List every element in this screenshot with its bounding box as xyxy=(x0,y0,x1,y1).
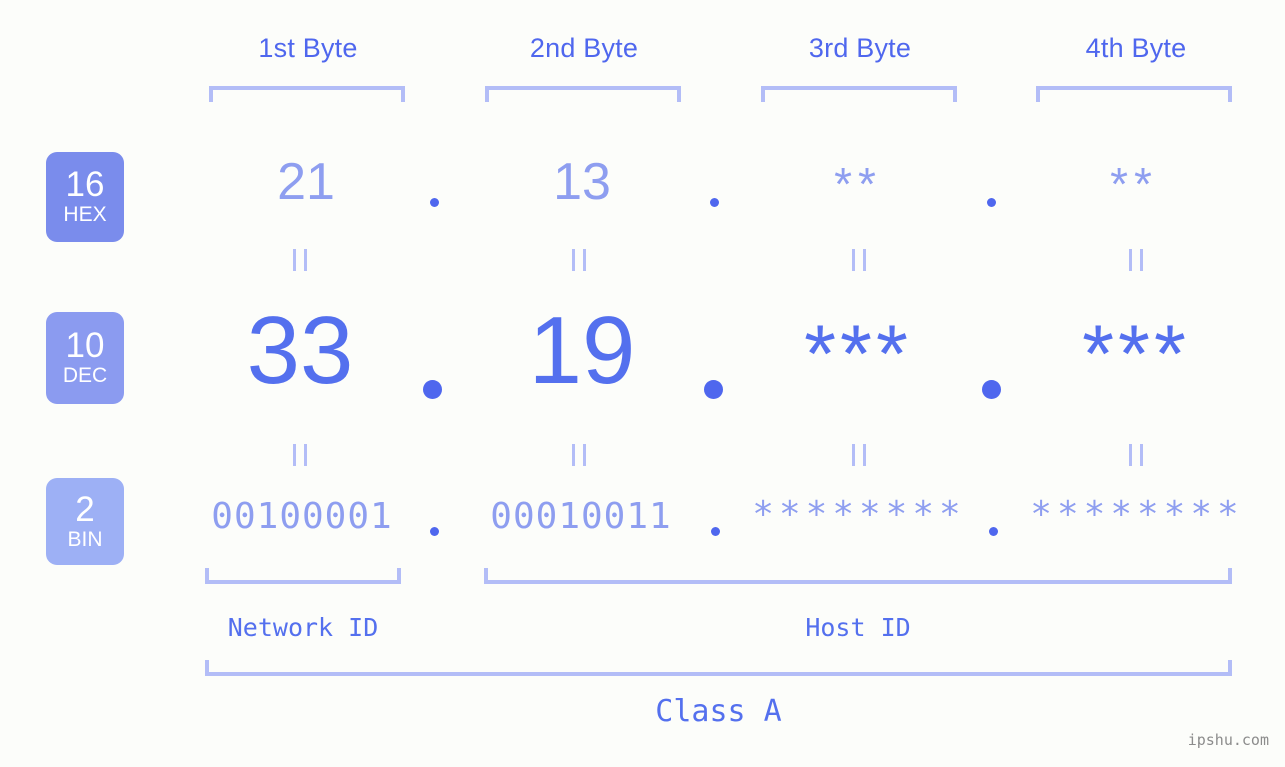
byte-bracket-1 xyxy=(209,86,405,102)
dec-byte-4: *** xyxy=(1082,309,1190,400)
base-badge-hex-number: 16 xyxy=(65,165,105,204)
hex-byte-3: ** xyxy=(834,158,882,210)
network-id-bracket xyxy=(205,568,401,584)
class-bracket xyxy=(205,660,1232,676)
hex-separator-dot-3 xyxy=(987,198,996,207)
base-badge-dec-name: DEC xyxy=(62,364,108,387)
bin-separator-dot-1 xyxy=(430,527,439,536)
base-badge-hex-name: HEX xyxy=(63,203,107,226)
base-badge-dec-number: 10 xyxy=(65,326,105,365)
byte-header-3: 3rd Byte xyxy=(808,33,912,63)
hex-byte-2: 13 xyxy=(553,153,611,211)
base-badge-bin-number: 2 xyxy=(75,489,95,529)
base-badge-bin: 2 BIN xyxy=(46,478,124,565)
watermark: ipshu.com xyxy=(1187,731,1269,749)
base-badge-bin-name: BIN xyxy=(67,527,103,551)
equivalence-mark-hex-dec-3 xyxy=(852,249,866,271)
bin-byte-1: 00100001 xyxy=(211,496,393,537)
base-badge-hex: 16 HEX xyxy=(46,152,124,242)
bin-byte-4: ******** xyxy=(1030,494,1244,535)
byte-header-2: 2nd Byte xyxy=(529,33,639,63)
dec-separator-dot-1 xyxy=(423,380,442,399)
bin-separator-dot-2 xyxy=(711,527,720,536)
hex-byte-1: 21 xyxy=(277,153,335,211)
dec-byte-2: 19 xyxy=(528,297,636,404)
host-id-bracket xyxy=(484,568,1232,584)
dec-byte-3: *** xyxy=(804,309,912,400)
network-id-label: Network ID xyxy=(227,613,379,642)
equivalence-mark-dec-bin-3 xyxy=(852,444,866,466)
equivalence-mark-dec-bin-4 xyxy=(1129,444,1143,466)
byte-header-1: 1st Byte xyxy=(258,33,358,63)
hex-separator-dot-1 xyxy=(430,198,439,207)
byte-bracket-3 xyxy=(761,86,957,102)
bin-separator-dot-3 xyxy=(989,527,998,536)
host-id-label: Host ID xyxy=(805,613,911,642)
dec-separator-dot-3 xyxy=(982,380,1001,399)
hex-separator-dot-2 xyxy=(710,198,719,207)
equivalence-mark-hex-dec-2 xyxy=(572,249,586,271)
byte-bracket-2 xyxy=(485,86,681,102)
bin-byte-2: 00010011 xyxy=(490,496,672,537)
equivalence-mark-hex-dec-4 xyxy=(1129,249,1143,271)
hex-byte-4: ** xyxy=(1110,158,1158,210)
base-badge-dec: 10 DEC xyxy=(46,312,124,404)
byte-header-4: 4th Byte xyxy=(1085,33,1187,63)
byte-bracket-4 xyxy=(1036,86,1232,102)
equivalence-mark-hex-dec-1 xyxy=(293,249,307,271)
ip-byte-diagram: 1st Byte 2nd Byte 3rd Byte 4th Byte 16 H… xyxy=(0,0,1285,767)
bin-byte-3: ******** xyxy=(752,494,966,535)
dec-separator-dot-2 xyxy=(704,380,723,399)
equivalence-mark-dec-bin-2 xyxy=(572,444,586,466)
dec-byte-1: 33 xyxy=(246,297,354,404)
class-label: Class A xyxy=(655,694,782,729)
equivalence-mark-dec-bin-1 xyxy=(293,444,307,466)
